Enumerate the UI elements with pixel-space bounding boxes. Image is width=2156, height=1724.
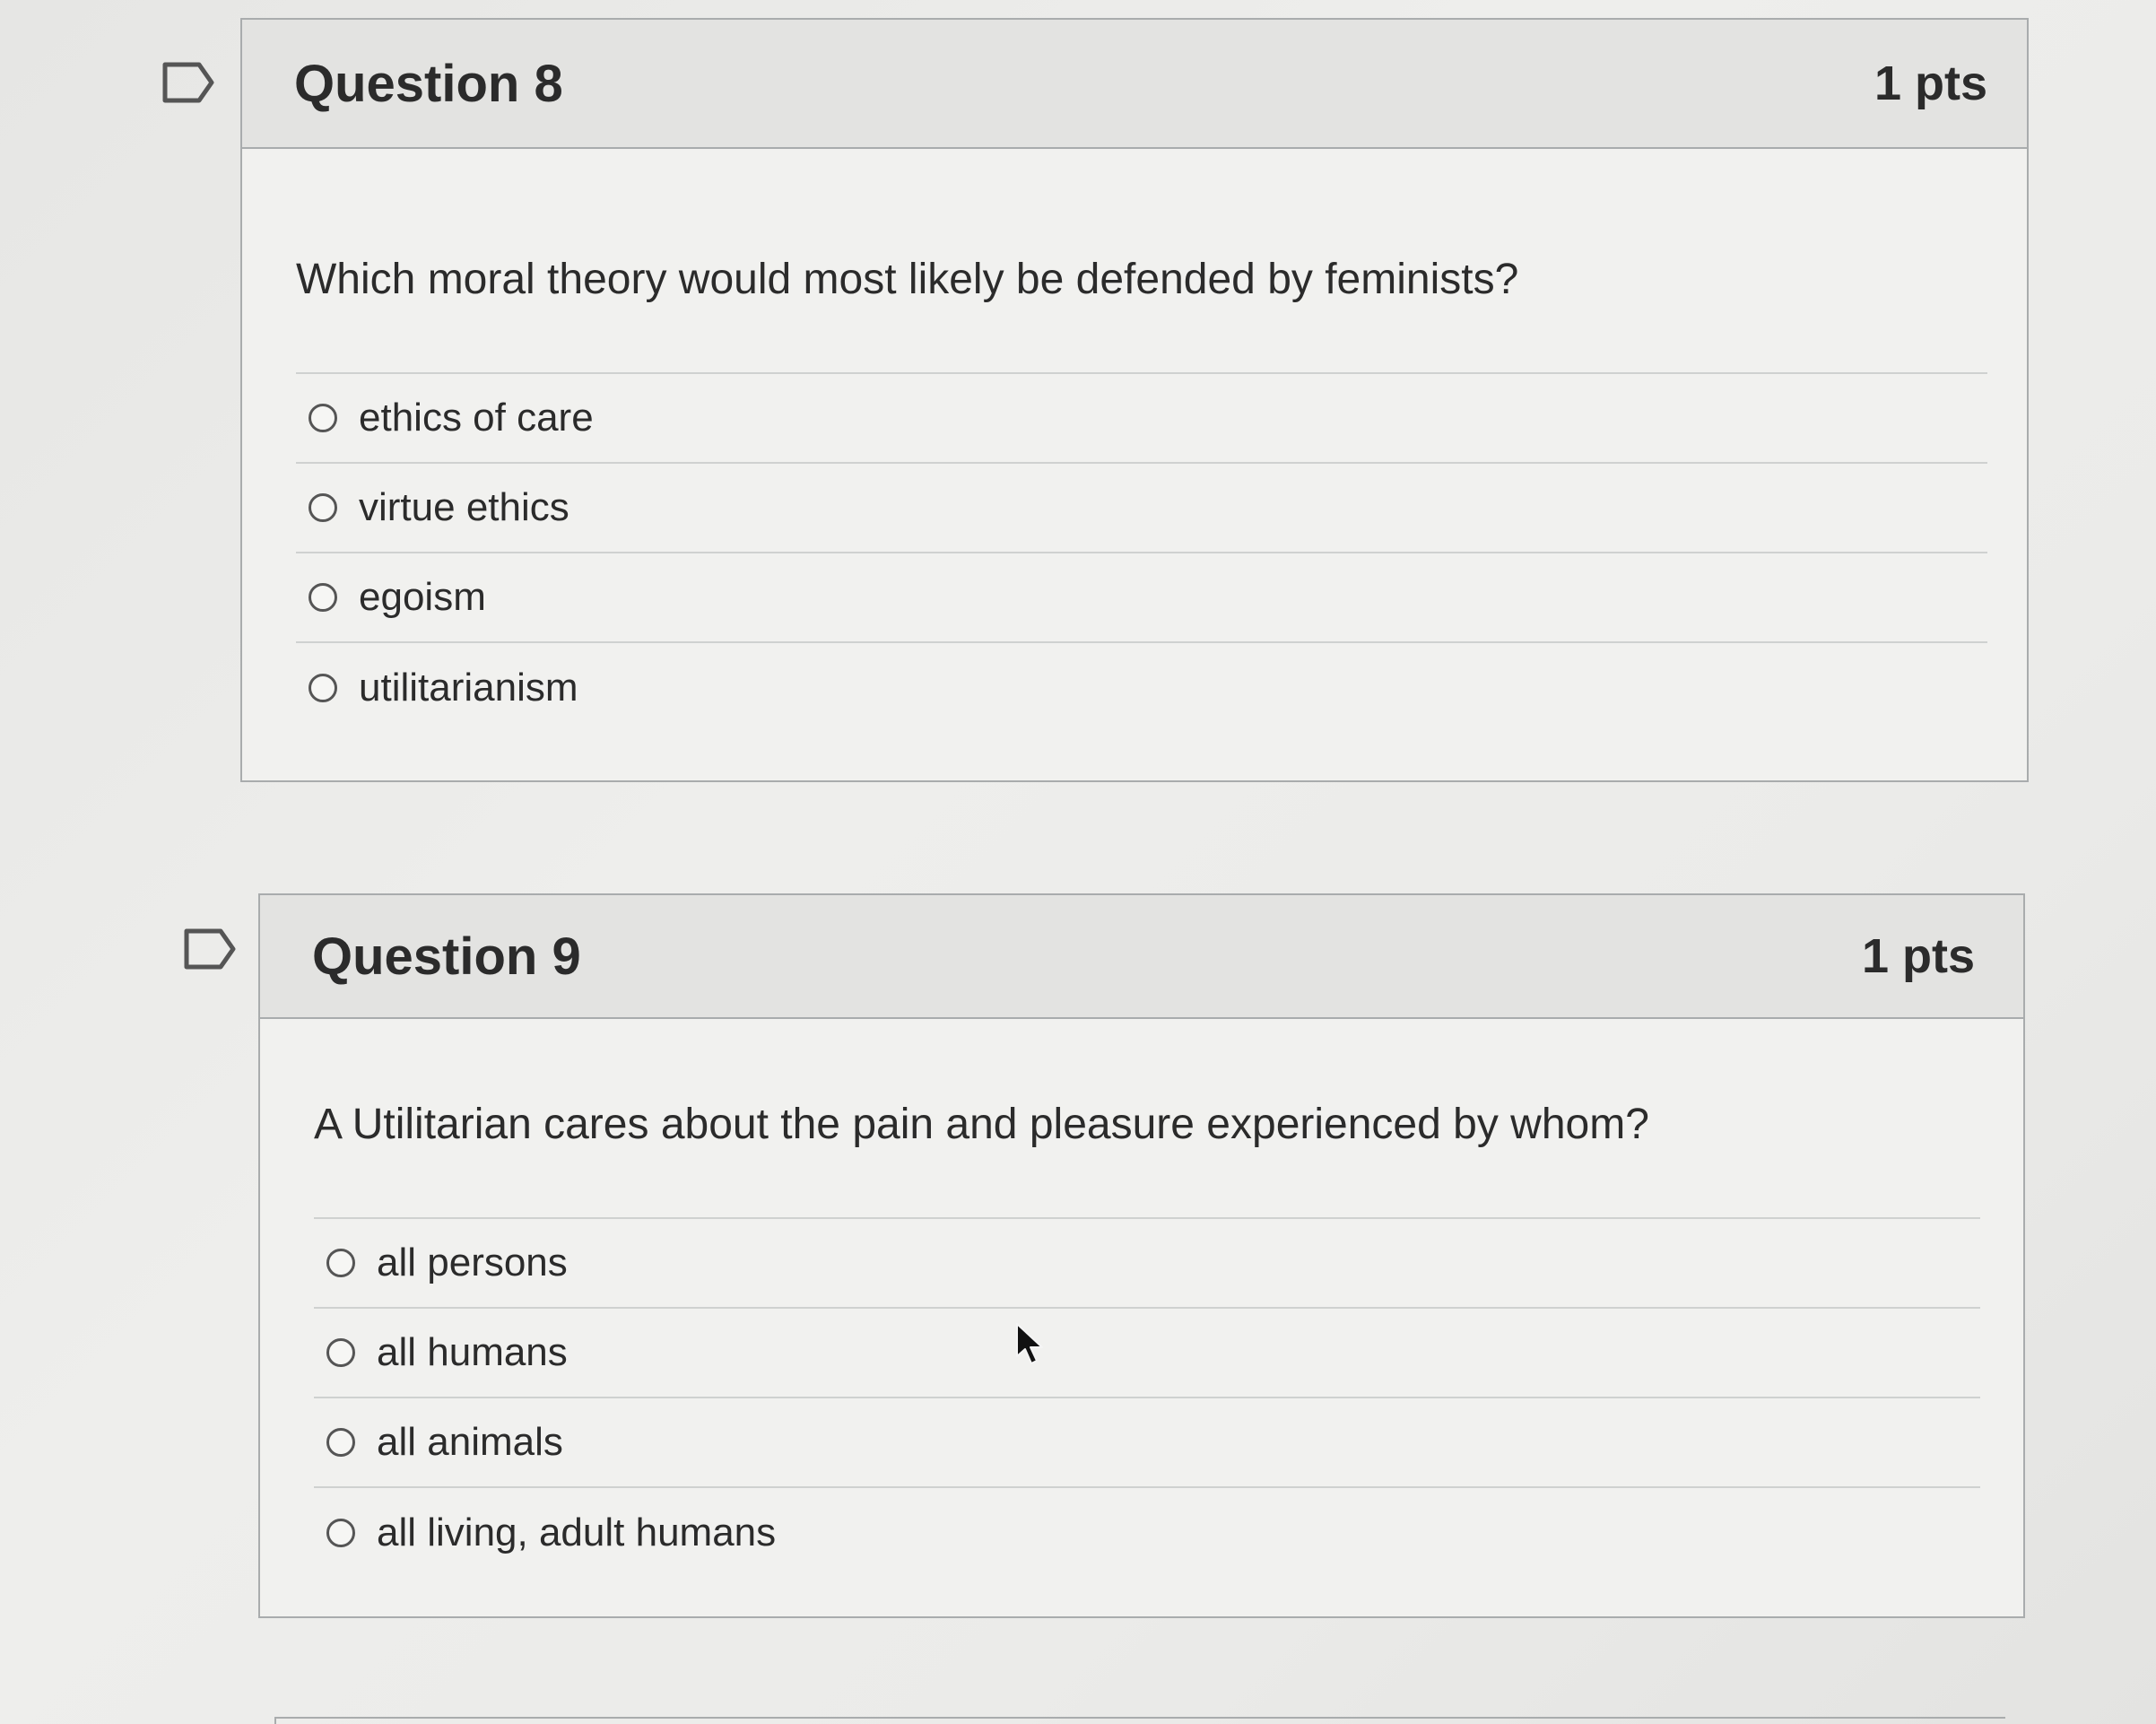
answer-option[interactable]: egoism: [296, 553, 1987, 643]
answer-label[interactable]: all living, adult humans: [377, 1511, 776, 1555]
question-8-card: Question 8 1 pts Which moral theory woul…: [240, 18, 2029, 782]
answer-label[interactable]: all animals: [377, 1420, 563, 1465]
next-question-card-edge: [274, 1717, 2005, 1724]
question-9-text: A Utilitarian cares about the pain and p…: [314, 1100, 1980, 1219]
question-8-text: Which moral theory would most likely be …: [296, 255, 1987, 374]
radio-button-icon[interactable]: [309, 404, 337, 432]
radio-button-icon[interactable]: [309, 583, 337, 612]
answer-label[interactable]: all humans: [377, 1330, 568, 1375]
question-9-points: 1 pts: [1861, 929, 1975, 983]
answer-label[interactable]: virtue ethics: [359, 485, 569, 530]
mouse-pointer-icon: [1016, 1323, 1043, 1364]
radio-button-icon[interactable]: [326, 1519, 355, 1547]
question-8-title: Question 8: [294, 54, 563, 113]
question-9-body: A Utilitarian cares about the pain and p…: [260, 1019, 2023, 1578]
question-8-body: Which moral theory would most likely be …: [242, 149, 2027, 733]
question-8-header: Question 8 1 pts: [242, 20, 2027, 149]
answer-option[interactable]: virtue ethics: [296, 464, 1987, 553]
answer-label[interactable]: utilitarianism: [359, 666, 578, 710]
radio-button-icon[interactable]: [309, 674, 337, 702]
answer-option[interactable]: all humans: [314, 1309, 1980, 1398]
flag-question-8-icon[interactable]: [160, 59, 217, 106]
answer-option[interactable]: all animals: [314, 1398, 1980, 1488]
answer-option[interactable]: all persons: [314, 1219, 1980, 1309]
radio-button-icon[interactable]: [326, 1428, 355, 1457]
answer-option[interactable]: ethics of care: [296, 374, 1987, 464]
answer-label[interactable]: ethics of care: [359, 396, 594, 440]
answer-label[interactable]: all persons: [377, 1241, 568, 1285]
question-9-answers: all persons all humans all animals all l…: [314, 1219, 1980, 1578]
radio-button-icon[interactable]: [326, 1249, 355, 1277]
question-8-answers: ethics of care virtue ethics egoism util…: [296, 374, 1987, 733]
question-9-header: Question 9 1 pts: [260, 895, 2023, 1019]
radio-button-icon[interactable]: [309, 493, 337, 522]
flag-question-9-icon[interactable]: [181, 926, 239, 972]
answer-label[interactable]: egoism: [359, 575, 486, 620]
answer-option[interactable]: all living, adult humans: [314, 1488, 1980, 1578]
question-9-card: Question 9 1 pts A Utilitarian cares abo…: [258, 893, 2025, 1618]
radio-button-icon[interactable]: [326, 1338, 355, 1367]
answer-option[interactable]: utilitarianism: [296, 643, 1987, 733]
question-9-title: Question 9: [312, 927, 581, 986]
question-8-points: 1 pts: [1873, 57, 1987, 110]
